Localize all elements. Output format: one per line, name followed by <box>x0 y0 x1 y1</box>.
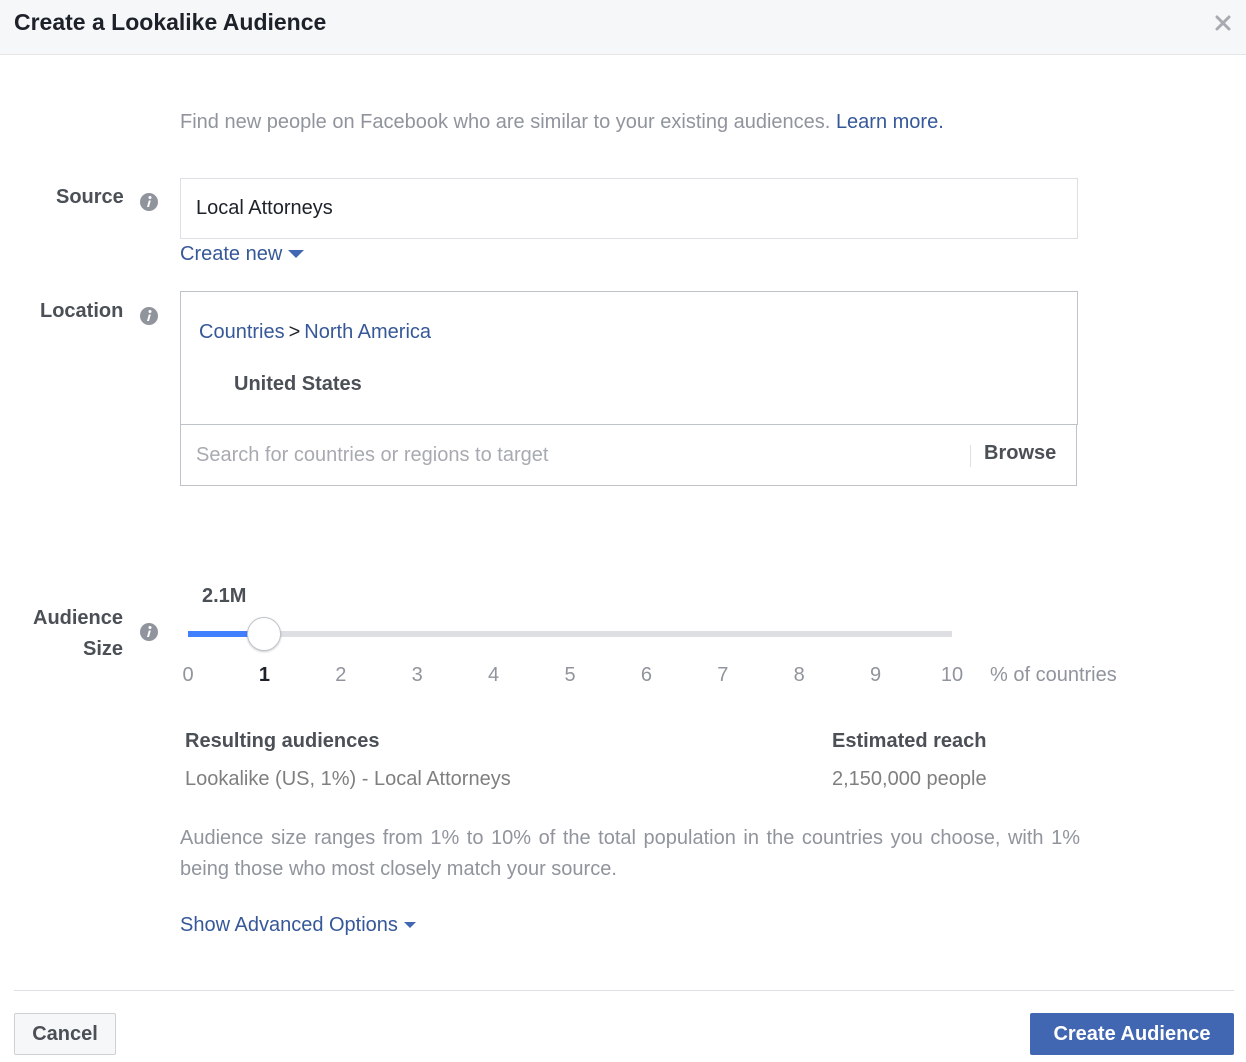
show-advanced-options-link[interactable]: Show Advanced Options <box>180 914 416 937</box>
cancel-button[interactable]: Cancel <box>14 1013 116 1055</box>
dialog-header: Create a Lookalike Audience <box>0 0 1246 55</box>
slider-tick[interactable]: 0 <box>182 664 193 687</box>
create-audience-button[interactable]: Create Audience <box>1030 1013 1234 1055</box>
info-icon[interactable] <box>139 622 159 642</box>
breadcrumb-separator: > <box>288 321 301 343</box>
browse-button[interactable]: Browse <box>984 442 1056 465</box>
audience-size-label-line1: Audience <box>33 607 124 629</box>
footer-divider <box>14 990 1234 991</box>
slider-tick[interactable]: 9 <box>870 664 881 687</box>
slider-tick[interactable]: 2 <box>335 664 346 687</box>
location-label: Location <box>40 300 124 322</box>
chevron-down-icon <box>403 921 416 928</box>
location-search-input[interactable] <box>181 425 961 485</box>
breadcrumb-countries[interactable]: Countries <box>199 321 285 343</box>
estimated-reach-value: 2,150,000 people <box>832 768 987 790</box>
audience-size-help-text: Audience size ranges from 1% to 10% of t… <box>180 827 1080 880</box>
chevron-down-icon <box>288 249 305 258</box>
create-new-label: Create new <box>180 243 283 265</box>
slider-tick[interactable]: 7 <box>717 664 728 687</box>
info-icon[interactable] <box>139 192 159 212</box>
source-field[interactable]: Local Attorneys <box>180 178 1078 239</box>
dialog-title: Create a Lookalike Audience <box>14 9 327 35</box>
slider-thumb[interactable] <box>247 617 282 651</box>
close-icon[interactable] <box>1212 12 1234 34</box>
location-selection-box: Countries > North America United States <box>180 291 1078 425</box>
audience-size-label-line2: Size <box>83 638 124 660</box>
slider-tick[interactable]: 4 <box>488 664 499 687</box>
learn-more-link[interactable]: Learn more. <box>836 111 944 133</box>
slider-tick[interactable]: 3 <box>412 664 423 687</box>
location-search-box: Browse <box>180 424 1077 486</box>
intro-text: Find new people on Facebook who are simi… <box>180 111 944 134</box>
source-label: Source <box>56 186 124 208</box>
audience-size-slider[interactable] <box>188 617 952 651</box>
info-icon[interactable] <box>139 306 159 326</box>
intro-description: Find new people on Facebook who are simi… <box>180 111 831 133</box>
create-new-dropdown[interactable]: Create new <box>180 243 305 266</box>
slider-tick[interactable]: 5 <box>564 664 575 687</box>
slider-unit-label: % of countries <box>990 664 1117 686</box>
resulting-audiences-value: Lookalike (US, 1%) - Local Attorneys <box>185 768 511 790</box>
selected-country[interactable]: United States <box>234 373 362 396</box>
location-breadcrumb: Countries > North America <box>199 321 431 344</box>
breadcrumb-north-america[interactable]: North America <box>304 321 431 343</box>
advanced-options-label: Show Advanced Options <box>180 914 398 936</box>
audience-size-value: 2.1M <box>202 585 247 607</box>
slider-tick[interactable]: 10 <box>941 664 963 687</box>
slider-tick[interactable]: 6 <box>641 664 652 687</box>
source-value: Local Attorneys <box>196 197 333 219</box>
slider-tick[interactable]: 8 <box>794 664 805 687</box>
slider-tick[interactable]: 1 <box>259 664 270 687</box>
resulting-audiences-header: Resulting audiences <box>185 730 380 752</box>
search-divider <box>970 445 971 467</box>
audience-size-label: Audience Size <box>33 603 123 665</box>
estimated-reach-header: Estimated reach <box>832 730 987 752</box>
